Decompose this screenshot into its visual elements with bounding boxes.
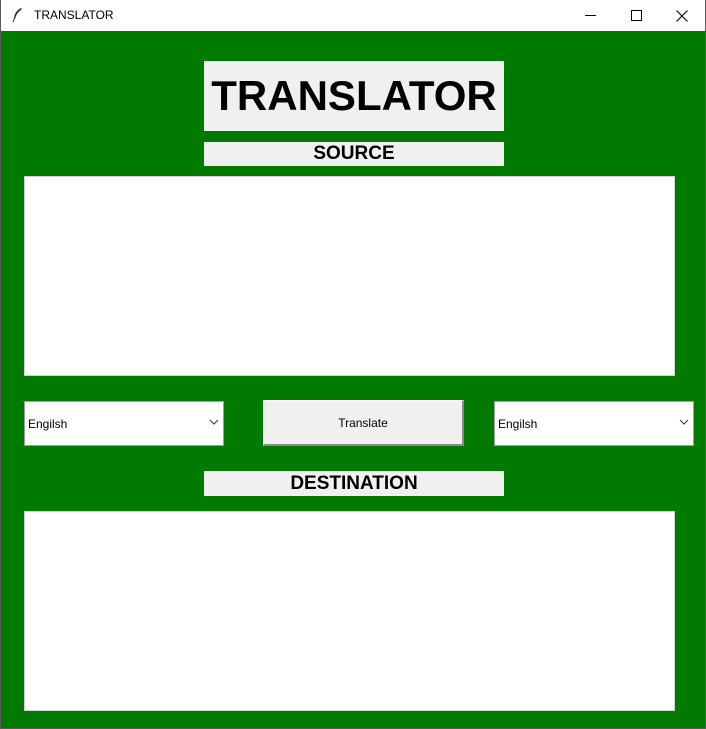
title-bar[interactable]: TRANSLATOR <box>1 0 705 31</box>
maximize-button[interactable] <box>613 0 659 31</box>
close-button[interactable] <box>659 0 705 31</box>
destination-text-area[interactable] <box>24 511 675 711</box>
destination-language-select[interactable]: Engilsh <box>494 401 694 446</box>
maximize-icon <box>630 10 642 21</box>
close-icon <box>676 9 688 22</box>
page-title: TRANSLATOR <box>204 61 504 131</box>
source-language-value: Engilsh <box>28 417 68 431</box>
chevron-down-icon <box>209 419 219 425</box>
destination-label: DESTINATION <box>204 471 504 496</box>
minimize-icon <box>584 15 596 16</box>
feather-icon <box>12 8 22 23</box>
minimize-button[interactable] <box>567 0 613 31</box>
source-language-select[interactable]: Engilsh <box>24 401 224 446</box>
destination-language-value: Engilsh <box>498 417 538 431</box>
source-text-area[interactable] <box>24 176 675 376</box>
app-window: TRANSLATOR TRANSLATOR SOURCE Engilsh Tra… <box>0 0 706 729</box>
translate-button[interactable]: Translate <box>263 400 464 446</box>
window-title: TRANSLATOR <box>34 8 114 22</box>
chevron-down-icon <box>679 419 689 425</box>
source-label: SOURCE <box>204 142 504 166</box>
